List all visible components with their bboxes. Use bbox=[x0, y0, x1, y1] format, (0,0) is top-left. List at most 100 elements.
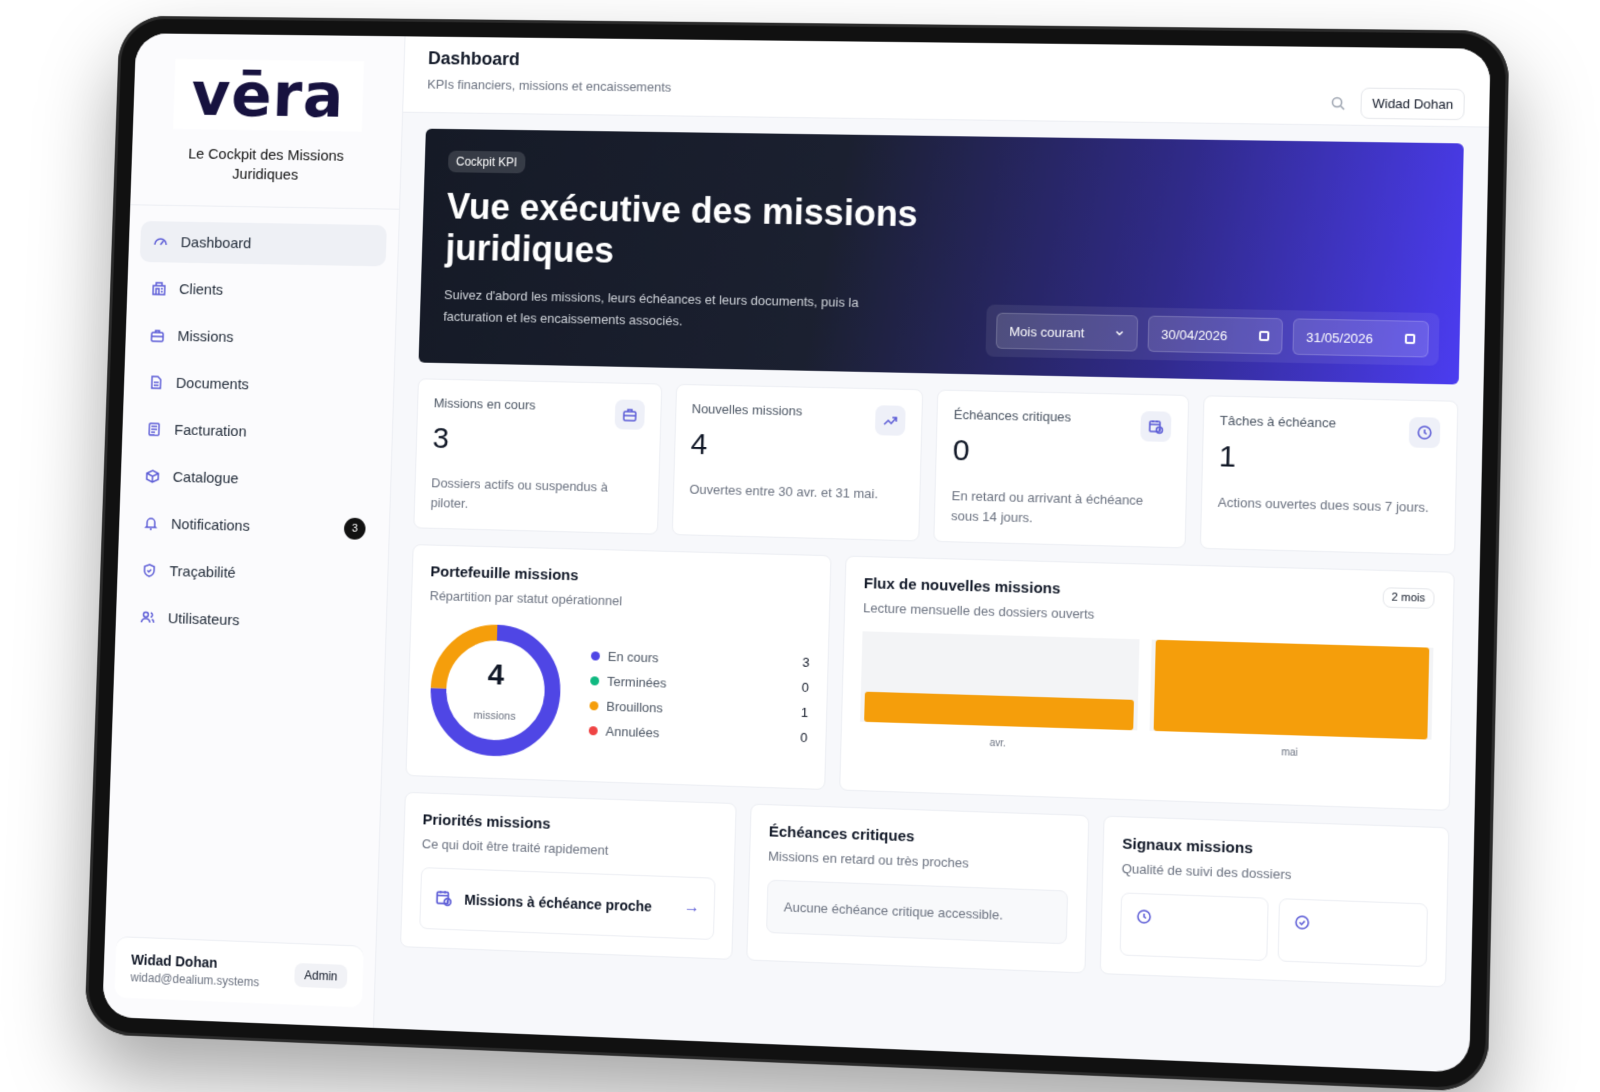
date-from-input[interactable]: 30/04/2026 bbox=[1147, 315, 1284, 355]
deadlines-card: Échéances critiques Missions en retard o… bbox=[746, 803, 1090, 974]
period-select[interactable]: Mois courant bbox=[995, 312, 1139, 352]
document-icon bbox=[147, 373, 165, 391]
trend-up-icon bbox=[874, 405, 906, 436]
kpi-label: Tâches à échéance bbox=[1219, 412, 1337, 431]
hero-description: Suivez d'abord les missions, leurs échéa… bbox=[443, 287, 859, 329]
user-email: widad@dealium.systems bbox=[130, 970, 260, 990]
card-subtitle: Missions en retard ou très proches bbox=[767, 848, 969, 871]
dashboard-content: Cockpit KPI Vue exécutive des missions j… bbox=[376, 113, 1489, 1005]
role-badge: Admin bbox=[294, 962, 348, 989]
kpi-value: 4 bbox=[690, 427, 708, 462]
donut-total: 4 bbox=[487, 658, 505, 692]
kpi-row: Missions en cours 3 Dossiers actifs ou s… bbox=[413, 378, 1459, 556]
kpi-card-echeances-critiques[interactable]: Échéances critiques 0 En retard ou arriv… bbox=[933, 389, 1189, 549]
tagline: Le Cockpit des Missions Juridiques bbox=[187, 145, 345, 184]
arrow-right-icon: → bbox=[683, 898, 701, 917]
user-info: Widad Dohan widad@dealium.systems bbox=[130, 952, 260, 990]
kpi-value: 0 bbox=[952, 433, 971, 468]
date-to-input[interactable]: 31/05/2026 bbox=[1292, 318, 1430, 358]
priority-item-label: Missions à échéance proche bbox=[464, 891, 653, 915]
sidebar-item-documents[interactable]: Documents bbox=[135, 361, 382, 408]
legend-label: Terminées bbox=[606, 673, 667, 691]
kpi-description: Dossiers actifs ou suspendus à piloter. bbox=[430, 475, 609, 511]
empty-state: Aucune échéance critique accessible. bbox=[766, 879, 1069, 945]
kpi-card-taches-a-echeance[interactable]: Tâches à échéance 1 Actions ouvertes due… bbox=[1199, 395, 1459, 556]
box-icon bbox=[144, 467, 162, 485]
portfolio-card: Portefeuille missions Répartition par st… bbox=[405, 544, 832, 790]
kpi-value: 1 bbox=[1218, 440, 1237, 474]
card-title: Portefeuille missions bbox=[430, 563, 579, 585]
search-icon[interactable] bbox=[1330, 95, 1347, 111]
card-title: Échéances critiques bbox=[768, 823, 915, 846]
topbar: Dashboard KPIs financiers, missions et e… bbox=[403, 36, 1491, 128]
status-legend: En cours 3 Terminées 0 Brouillons 1 Annu… bbox=[588, 648, 810, 746]
sidebar-item-clients[interactable]: Clients bbox=[138, 268, 385, 314]
date-from-value: 30/04/2026 bbox=[1160, 326, 1228, 343]
clock-icon bbox=[1408, 416, 1441, 449]
kpi-label: Échéances critiques bbox=[953, 406, 1072, 425]
sidebar-item-catalogue[interactable]: Catalogue bbox=[132, 455, 380, 502]
signal-tile[interactable] bbox=[1119, 892, 1269, 962]
hero-banner: Cockpit KPI Vue exécutive des missions j… bbox=[418, 128, 1464, 385]
sidebar-item-notifications[interactable]: Notifications 3 bbox=[130, 502, 378, 550]
hero-title: Vue exécutive des missions juridiques bbox=[444, 185, 919, 271]
sidebar-item-label: Dashboard bbox=[180, 233, 252, 252]
donut-unit: missions bbox=[473, 709, 516, 723]
building-icon bbox=[150, 280, 168, 298]
page-heading: Dashboard KPIs financiers, missions et e… bbox=[427, 48, 672, 94]
card-subtitle: Qualité de suivi des dossiers bbox=[1121, 860, 1292, 883]
charts-row: Portefeuille missions Répartition par st… bbox=[405, 544, 1455, 811]
legend-row: Terminées 0 bbox=[590, 673, 809, 695]
date-to-value: 31/05/2026 bbox=[1305, 329, 1374, 346]
page-title: Dashboard bbox=[427, 48, 521, 70]
user-name: Widad Dohan bbox=[130, 951, 218, 971]
card-title: Priorités missions bbox=[422, 811, 551, 833]
x-tick-label-0: avr. bbox=[989, 738, 1006, 750]
legend-dot bbox=[590, 676, 600, 686]
period-filters: Mois courant 30/04/2026 31/05/2026 bbox=[985, 304, 1440, 366]
calendar-icon bbox=[1404, 333, 1416, 345]
current-user-card[interactable]: Widad Dohan widad@dealium.systems Admin bbox=[114, 936, 364, 1008]
sidebar-item-tracabilite[interactable]: Traçabilité bbox=[128, 549, 376, 597]
bar-1 bbox=[1153, 639, 1430, 740]
notification-count-badge: 3 bbox=[343, 517, 366, 540]
legend-dot bbox=[588, 726, 598, 736]
kpi-label: Missions en cours bbox=[433, 395, 536, 413]
sidebar-item-missions[interactable]: Missions bbox=[137, 315, 384, 361]
priority-item[interactable]: Missions à échéance proche → bbox=[419, 867, 716, 941]
priorities-card: Priorités missions Ce qui doit être trai… bbox=[400, 791, 737, 960]
donut-area: 4 missions En cours 3 Terminées 0 Brouil… bbox=[425, 619, 811, 770]
kpi-description: Actions ouvertes dues sous 7 jours. bbox=[1217, 494, 1430, 516]
legend-row: Brouillons 1 bbox=[589, 698, 808, 720]
legend-label: En cours bbox=[607, 648, 659, 666]
shield-check-icon bbox=[140, 561, 158, 579]
legend-label: Brouillons bbox=[606, 698, 664, 716]
donut-center: 4 missions bbox=[425, 619, 567, 762]
sidebar-item-dashboard[interactable]: Dashboard bbox=[139, 220, 387, 267]
chevron-down-icon bbox=[1114, 325, 1125, 340]
sidebar: vēra Le Cockpit des Missions Juridiques … bbox=[102, 33, 406, 1028]
legend-value: 0 bbox=[800, 729, 808, 746]
signals-card: Signaux missions Qualité de suivi des do… bbox=[1099, 815, 1450, 988]
legend-value: 3 bbox=[802, 654, 810, 670]
bottom-row: Priorités missions Ce qui doit être trai… bbox=[400, 791, 1450, 988]
kpi-card-missions-en-cours[interactable]: Missions en cours 3 Dossiers actifs ou s… bbox=[413, 378, 662, 535]
app-screen: vēra Le Cockpit des Missions Juridiques … bbox=[102, 33, 1491, 1073]
sidebar-item-utilisateurs[interactable]: Utilisateurs bbox=[127, 596, 375, 645]
topbar-actions: Widad Dohan bbox=[1330, 87, 1465, 121]
legend-dot bbox=[589, 701, 599, 711]
tablet-frame: vēra Le Cockpit des Missions Juridiques … bbox=[84, 15, 1510, 1092]
bell-icon bbox=[142, 514, 160, 532]
card-subtitle: Ce qui doit être traité rapidement bbox=[421, 836, 609, 858]
kpi-value: 3 bbox=[432, 422, 450, 455]
gauge-icon bbox=[152, 233, 170, 251]
sidebar-item-facturation[interactable]: Facturation bbox=[133, 408, 381, 455]
sidebar-item-label: Clients bbox=[178, 280, 224, 299]
legend-label: Annulées bbox=[605, 723, 660, 741]
signal-tile[interactable] bbox=[1277, 898, 1428, 968]
user-menu-button[interactable]: Widad Dohan bbox=[1360, 87, 1465, 121]
kpi-card-nouvelles-missions[interactable]: Nouvelles missions 4 Ouvertes entre 30 a… bbox=[671, 383, 924, 542]
sidebar-nav: Dashboard Clients Missions Documents Fac… bbox=[115, 205, 399, 661]
calendar-icon bbox=[1258, 330, 1270, 342]
legend-dot bbox=[590, 651, 601, 661]
